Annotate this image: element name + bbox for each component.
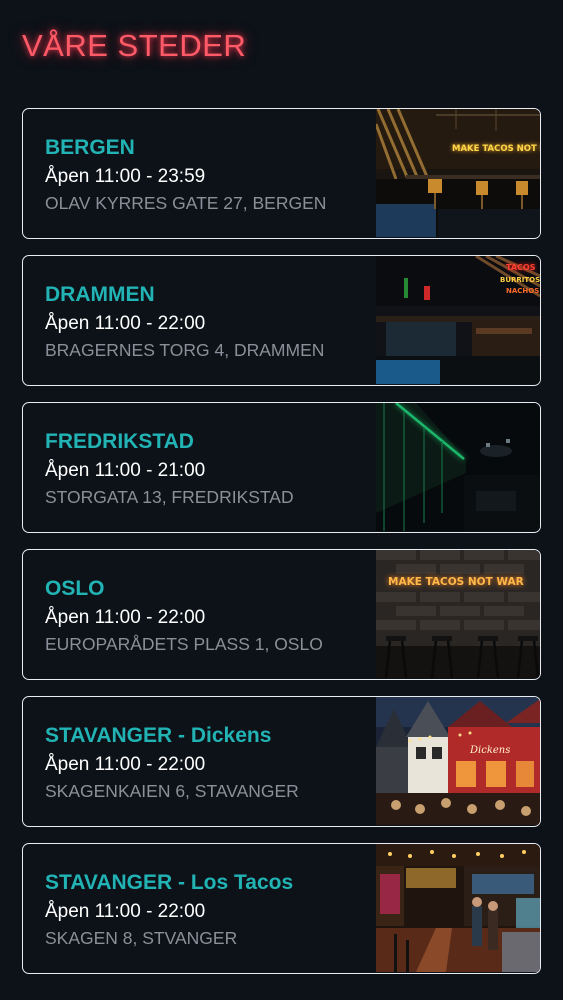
location-address: BRAGERNES TORG 4, DRAMMEN — [45, 340, 325, 360]
location-info: BERGEN Åpen 11:00 - 23:59 OLAV KYRRES GA… — [45, 135, 365, 215]
location-hours: Åpen 11:00 - 22:00 — [45, 313, 206, 334]
location-card-stavanger-dickens[interactable]: STAVANGER - Dickens Åpen 11:00 - 22:00 S… — [22, 696, 541, 827]
location-hours: Åpen 11:00 - 22:00 — [45, 607, 206, 628]
location-card-oslo[interactable]: OSLO Åpen 11:00 - 22:00 EUROPARÅDETS PLA… — [22, 549, 541, 680]
location-photo — [376, 403, 540, 532]
location-info: STAVANGER - Los Tacos Åpen 11:00 - 22:00… — [45, 870, 365, 950]
location-card-drammen[interactable]: DRAMMEN Åpen 11:00 - 22:00 BRAGERNES TOR… — [22, 255, 541, 386]
location-photo: TACOS BURRITOS NACHOS — [376, 256, 540, 385]
location-hours: Åpen 11:00 - 23:59 — [45, 166, 206, 187]
location-address: EUROPARÅDETS PLASS 1, OSLO — [45, 634, 323, 654]
location-name: DRAMMEN — [45, 283, 155, 306]
neon-sign-text: MAKE TACOS NOT WAR — [388, 576, 524, 588]
location-info: FREDRIKSTAD Åpen 11:00 - 21:00 STORGATA … — [45, 429, 365, 509]
shop-sign-text: Dickens — [469, 745, 510, 756]
location-card-bergen[interactable]: BERGEN Åpen 11:00 - 23:59 OLAV KYRRES GA… — [22, 108, 541, 239]
location-name: BERGEN — [45, 136, 135, 159]
location-address: SKAGENKAIEN 6, STAVANGER — [45, 781, 299, 801]
location-name: FREDRIKSTAD — [45, 430, 194, 453]
location-photo — [376, 844, 540, 973]
location-card-stavanger-los-tacos[interactable]: STAVANGER - Los Tacos Åpen 11:00 - 22:00… — [22, 843, 541, 974]
svg-text:TACOS: TACOS — [506, 263, 536, 272]
page-title: VÅRE STEDER — [22, 28, 247, 63]
location-name: STAVANGER - Los Tacos — [45, 871, 294, 894]
location-card-fredrikstad[interactable]: FREDRIKSTAD Åpen 11:00 - 21:00 STORGATA … — [22, 402, 541, 533]
location-photo: Dickens — [376, 697, 540, 826]
location-photo: MAKE TACOS NOT WAR — [376, 550, 540, 679]
location-address: SKAGEN 8, STVANGER — [45, 928, 238, 948]
neon-sign-text: MAKE TACOS NOT WAR — [452, 144, 540, 154]
location-info: OSLO Åpen 11:00 - 22:00 EUROPARÅDETS PLA… — [45, 576, 365, 656]
locations-page: VÅRE STEDER BERGEN Åpen 11:00 - 23:59 OL… — [0, 0, 563, 1000]
location-address: STORGATA 13, FREDRIKSTAD — [45, 487, 294, 507]
location-name: OSLO — [45, 577, 105, 600]
location-info: DRAMMEN Åpen 11:00 - 22:00 BRAGERNES TOR… — [45, 282, 365, 362]
svg-text:BURRITOS: BURRITOS — [500, 276, 540, 284]
svg-text:NACHOS: NACHOS — [506, 287, 539, 295]
location-name: STAVANGER - Dickens — [45, 724, 272, 747]
location-photo: MAKE TACOS NOT WAR — [376, 109, 540, 238]
location-address: OLAV KYRRES GATE 27, BERGEN — [45, 193, 327, 213]
location-hours: Åpen 11:00 - 21:00 — [45, 460, 206, 481]
location-hours: Åpen 11:00 - 22:00 — [45, 754, 206, 775]
locations-list: BERGEN Åpen 11:00 - 23:59 OLAV KYRRES GA… — [22, 108, 541, 990]
location-hours: Åpen 11:00 - 22:00 — [45, 901, 206, 922]
location-info: STAVANGER - Dickens Åpen 11:00 - 22:00 S… — [45, 723, 365, 803]
